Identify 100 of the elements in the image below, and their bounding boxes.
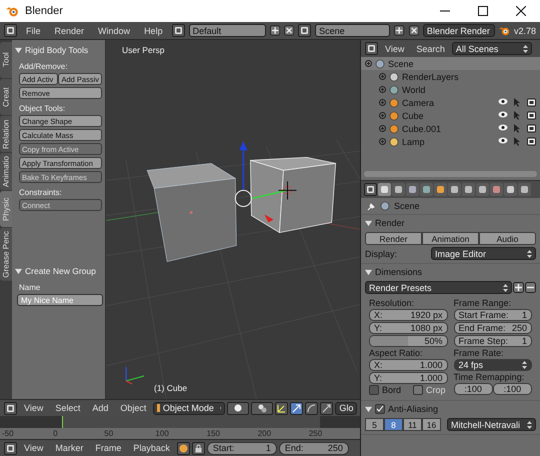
menu-item[interactable]: Add	[87, 403, 114, 413]
menu-item[interactable]: View	[19, 443, 48, 453]
menu-item[interactable]: Frame	[90, 443, 126, 453]
eye-icon[interactable]	[498, 111, 508, 118]
outliner-item[interactable]: World	[402, 84, 426, 94]
scene-dropdown[interactable]: Scene	[315, 24, 390, 37]
expand-icon[interactable]	[379, 86, 386, 93]
end-frame-field[interactable]: End: 250	[278, 442, 349, 454]
remove-icon[interactable]	[525, 282, 536, 293]
checkbox[interactable]	[369, 385, 379, 395]
3d-viewport[interactable]: User Persp (1) Cube	[106, 40, 360, 399]
panel-title[interactable]: Anti-Aliasing	[388, 404, 438, 414]
checkbox[interactable]	[375, 404, 385, 414]
eye-icon[interactable]	[498, 124, 508, 131]
menu-item[interactable]: Playback	[128, 443, 175, 453]
rotate-icon[interactable]	[305, 402, 318, 414]
expand-icon[interactable]	[379, 99, 386, 106]
expand-icon[interactable]	[379, 73, 386, 80]
presets-dropdown[interactable]: Render Presets	[365, 281, 512, 294]
percentage-slider[interactable]: 50%	[369, 335, 448, 347]
eye-icon[interactable]	[498, 137, 508, 144]
disclosure-triangle-icon[interactable]	[365, 268, 372, 276]
number-field[interactable]: :100	[492, 383, 532, 395]
view-label: User Persp	[122, 45, 165, 55]
filter-dropdown[interactable]: All Scenes	[452, 42, 532, 55]
mode-dropdown[interactable]: Object Mode	[153, 402, 226, 414]
frame-rate-dropdown[interactable]: 24 fps	[454, 359, 532, 371]
outliner-item[interactable]: Scene	[388, 58, 414, 68]
shelf-tab[interactable]: Physic	[0, 191, 12, 228]
menu-item[interactable]: Select	[50, 403, 86, 413]
render-button[interactable]: Render	[365, 232, 422, 245]
outliner-item[interactable]: RenderLayers	[402, 72, 459, 82]
sample-button[interactable]: 11	[403, 418, 422, 431]
number-field[interactable]: Start Frame: 1	[454, 309, 532, 321]
shelf-tab[interactable]: Animatio	[0, 153, 12, 190]
disclosure-triangle-icon[interactable]	[15, 46, 22, 54]
expand-icon[interactable]	[379, 138, 386, 145]
lock-icon[interactable]	[192, 442, 205, 454]
pin-icon[interactable]	[367, 202, 376, 210]
panel-title[interactable]: Dimensions	[375, 267, 422, 277]
menu-item[interactable]: Object	[115, 403, 152, 413]
shelf-tab[interactable]: Grease Penc	[0, 228, 12, 281]
menu-item[interactable]: Marker	[50, 443, 88, 453]
shelf-tab[interactable]: Tool	[0, 42, 12, 78]
number-field[interactable]: X: 1920 px	[369, 309, 448, 321]
outliner-item[interactable]: Cube.001	[402, 124, 442, 134]
menu-item[interactable]: File	[21, 26, 46, 36]
menu-item[interactable]: Window	[93, 26, 136, 36]
close-icon[interactable]	[408, 25, 419, 36]
keying-icon[interactable]	[176, 442, 190, 454]
shelf-tab[interactable]: Relation	[0, 116, 12, 152]
field-label: Time Remapping:	[454, 372, 526, 382]
panel-title[interactable]: Create New Group	[25, 266, 96, 276]
panel-title[interactable]: Rigid Body Tools	[25, 45, 88, 55]
outliner-item[interactable]: Cube	[402, 110, 424, 120]
disclosure-triangle-icon[interactable]	[365, 220, 372, 226]
menu-item[interactable]: View	[19, 403, 48, 413]
scale-icon[interactable]	[320, 402, 334, 414]
expand-icon[interactable]	[379, 112, 386, 119]
add-icon[interactable]	[394, 25, 405, 36]
number-field[interactable]: X: 1.000	[369, 359, 448, 371]
number-field[interactable]: Y: 1.000	[369, 372, 448, 384]
start-frame-field[interactable]: Start: 1	[206, 442, 277, 454]
display-dropdown[interactable]: Image Editor	[431, 247, 536, 260]
add-icon[interactable]	[270, 25, 280, 36]
disclosure-triangle-icon[interactable]	[15, 268, 22, 274]
number-field[interactable]: :100	[454, 383, 493, 395]
close-icon[interactable]	[284, 25, 294, 36]
filter-dropdown[interactable]: Mitchell-Netravali	[447, 418, 536, 431]
expand-icon[interactable]	[379, 125, 386, 132]
translate-icon[interactable]	[290, 402, 304, 414]
expand-icon[interactable]	[365, 60, 372, 67]
pivot-icon[interactable]	[251, 402, 274, 414]
shading-icon[interactable]	[227, 402, 250, 414]
sample-button[interactable]: 8	[384, 418, 403, 431]
outliner-item[interactable]: Camera	[402, 98, 434, 108]
scrollbar[interactable]	[364, 171, 537, 177]
number-field[interactable]: Y: 1080 px	[369, 322, 448, 334]
render-button[interactable]: Animation	[422, 232, 479, 245]
menu-item[interactable]: Help	[139, 26, 168, 36]
manipulator-icon[interactable]	[275, 402, 288, 414]
eye-icon[interactable]	[498, 98, 508, 105]
panel-title[interactable]: Render	[375, 218, 405, 228]
sample-button[interactable]: 16	[422, 418, 441, 431]
menu-item[interactable]: Render	[50, 26, 90, 36]
render-engine-dropdown[interactable]: Blender Render	[422, 24, 495, 37]
shelf-tab[interactable]: Creat	[0, 79, 12, 115]
checkbox-label: Crop	[426, 385, 446, 395]
orientation-dropdown[interactable]: Glo	[335, 402, 358, 414]
menu-item[interactable]: Search	[411, 44, 450, 54]
add-icon[interactable]	[513, 282, 524, 293]
number-field[interactable]: End Frame: 250	[454, 322, 532, 334]
menu-item[interactable]: View	[380, 44, 410, 54]
render-button[interactable]: Audio	[479, 232, 536, 245]
outliner-item[interactable]: Lamp	[402, 136, 425, 146]
layout-dropdown[interactable]: Default	[188, 24, 266, 37]
transform-gizmo[interactable]	[234, 141, 287, 222]
sample-button[interactable]: 5	[365, 418, 384, 431]
number-field[interactable]: Frame Step: 1	[454, 335, 532, 347]
disclosure-triangle-icon[interactable]	[365, 406, 372, 412]
